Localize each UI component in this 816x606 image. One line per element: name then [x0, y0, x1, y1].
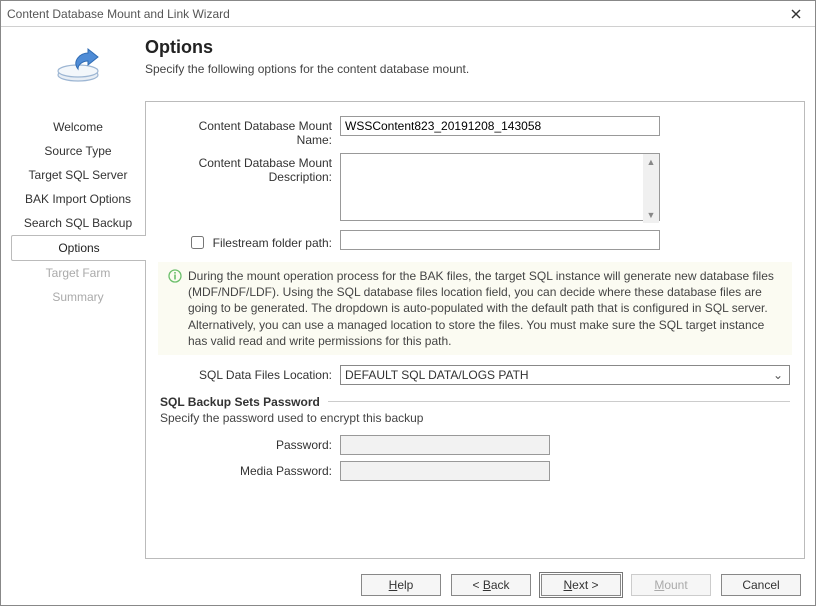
mount-name-input[interactable] [340, 116, 660, 136]
header: Options Specify the following options fo… [1, 27, 815, 101]
options-panel: Content Database Mount Name: Content Dat… [145, 101, 805, 559]
close-icon [791, 9, 801, 19]
media-password-input[interactable] [340, 461, 550, 481]
info-text: During the mount operation process for t… [188, 268, 782, 349]
info-box: During the mount operation process for t… [158, 262, 792, 355]
sidebar-item-options[interactable]: Options [11, 235, 146, 261]
next-button[interactable]: Next > [541, 574, 621, 596]
cancel-button[interactable]: Cancel [721, 574, 801, 596]
sidebar-item-summary: Summary [11, 285, 145, 309]
sidebar-item-target-farm: Target Farm [11, 261, 145, 285]
mount-desc-label: Content Database Mount Description: [160, 153, 340, 184]
backupsets-subtitle: Specify the password used to encrypt thi… [160, 411, 790, 425]
close-button[interactable] [783, 4, 809, 24]
sql-location-value: DEFAULT SQL DATA/LOGS PATH [345, 368, 771, 382]
filestream-path-input[interactable] [340, 230, 660, 250]
textarea-scrollbar[interactable]: ▲ ▼ [643, 154, 659, 223]
filestream-label: Filestream folder path: [213, 236, 332, 250]
sidebar-item-welcome[interactable]: Welcome [11, 115, 145, 139]
sql-location-select[interactable]: DEFAULT SQL DATA/LOGS PATH ⌄ [340, 365, 790, 385]
sidebar-item-source-type[interactable]: Source Type [11, 139, 145, 163]
help-button[interactable]: Help [361, 574, 441, 596]
back-button[interactable]: < Back [451, 574, 531, 596]
mount-name-label: Content Database Mount Name: [160, 116, 340, 147]
backupsets-section-header: SQL Backup Sets Password [160, 395, 790, 409]
filestream-checkbox[interactable] [191, 236, 204, 249]
scroll-up-icon: ▲ [643, 154, 659, 170]
info-icon [168, 268, 188, 349]
media-password-label: Media Password: [160, 461, 340, 478]
sql-location-label: SQL Data Files Location: [160, 365, 340, 382]
password-label: Password: [160, 435, 340, 452]
mount-desc-textarea[interactable] [340, 153, 660, 221]
page-subtitle: Specify the following options for the co… [145, 62, 469, 76]
window-title: Content Database Mount and Link Wizard [7, 7, 783, 21]
wizard-icon [15, 37, 145, 97]
chevron-down-icon: ⌄ [771, 368, 785, 382]
sidebar-item-target-sql-server[interactable]: Target SQL Server [11, 163, 145, 187]
sidebar-item-bak-import-options[interactable]: BAK Import Options [11, 187, 145, 211]
sidebar-item-search-sql-backup[interactable]: Search SQL Backup [11, 211, 145, 235]
footer: Help < Back Next > Mount Cancel [1, 565, 815, 605]
wizard-sidebar: Welcome Source Type Target SQL Server BA… [11, 101, 145, 559]
wizard-window: Content Database Mount and Link Wizard O… [0, 0, 816, 606]
mount-button: Mount [631, 574, 711, 596]
backupsets-title: SQL Backup Sets Password [160, 395, 320, 409]
password-input[interactable] [340, 435, 550, 455]
page-title: Options [145, 37, 469, 58]
scroll-down-icon: ▼ [643, 207, 659, 223]
titlebar: Content Database Mount and Link Wizard [1, 1, 815, 27]
section-divider [328, 401, 790, 402]
